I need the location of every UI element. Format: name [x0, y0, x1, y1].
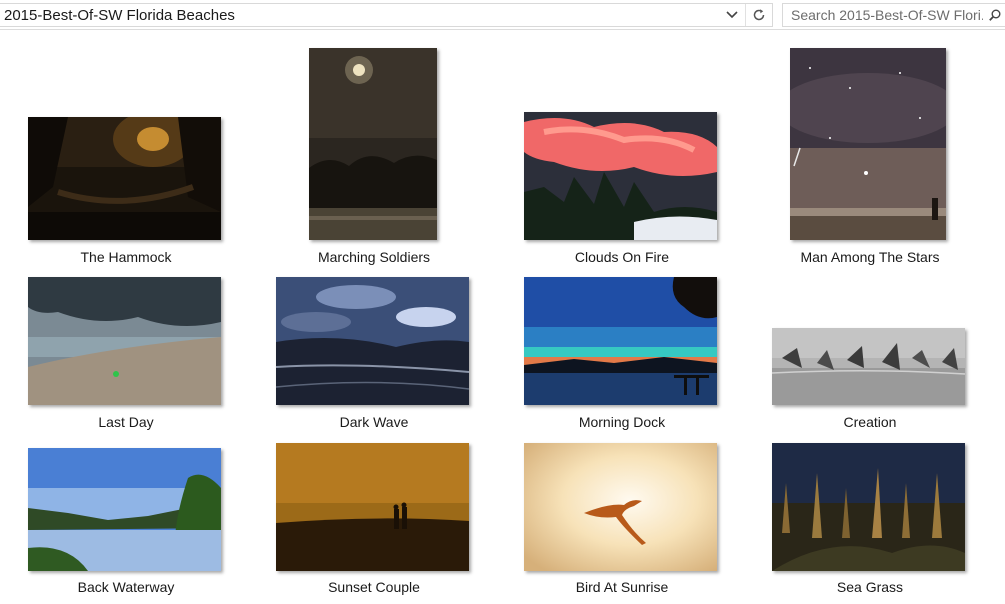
search-icon: [989, 9, 1001, 21]
address-path[interactable]: 2015-Best-Of-SW Florida Beaches: [0, 7, 719, 24]
chevron-down-icon: [726, 11, 738, 19]
image-thumbnail[interactable]: [276, 277, 469, 405]
search-input[interactable]: [783, 4, 985, 26]
image-thumbnail[interactable]: [276, 443, 469, 571]
address-history-dropdown[interactable]: [719, 4, 745, 26]
search-button[interactable]: [985, 4, 1005, 26]
image-thumbnail[interactable]: [524, 277, 717, 405]
explorer-toolbar: 2015-Best-Of-SW Florida Beaches: [0, 0, 1005, 30]
image-thumbnail[interactable]: [772, 328, 965, 405]
file-name: Dark Wave: [339, 414, 409, 430]
thumbnail-grid: The Hammock Marching Soldiers Clouds On …: [0, 29, 1005, 604]
image-thumbnail[interactable]: [790, 48, 946, 240]
file-name: Sea Grass: [836, 579, 904, 595]
refresh-icon: [753, 9, 765, 21]
file-name: Bird At Sunrise: [575, 579, 669, 595]
image-thumbnail[interactable]: [309, 48, 437, 240]
file-name: Sunset Couple: [328, 579, 420, 595]
address-bar[interactable]: 2015-Best-Of-SW Florida Beaches: [0, 3, 773, 27]
image-thumbnail[interactable]: [28, 277, 221, 405]
refresh-button[interactable]: [745, 4, 772, 26]
image-thumbnail[interactable]: [524, 443, 717, 571]
image-thumbnail[interactable]: [28, 117, 221, 240]
image-thumbnail[interactable]: [524, 112, 717, 240]
file-name: Last Day: [98, 414, 154, 430]
file-name: Man Among The Stars: [800, 249, 940, 265]
file-name: Marching Soldiers: [317, 249, 431, 265]
file-name: Creation: [843, 414, 897, 430]
file-name: The Hammock: [80, 249, 172, 265]
search-box[interactable]: [782, 3, 1005, 27]
image-thumbnail[interactable]: [28, 448, 221, 571]
file-name: Morning Dock: [578, 414, 666, 430]
file-name: Back Waterway: [77, 579, 175, 595]
file-name: Clouds On Fire: [574, 249, 670, 265]
image-thumbnail[interactable]: [772, 443, 965, 571]
